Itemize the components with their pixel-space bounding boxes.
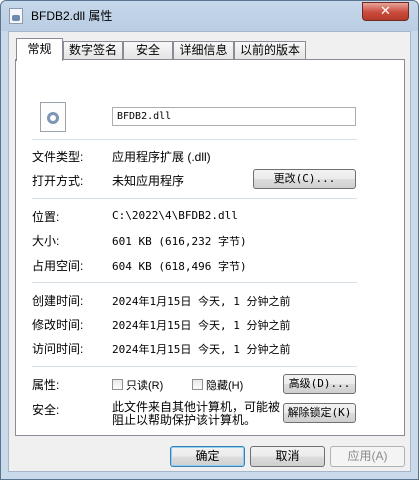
apply-button[interactable]: 应用(A) — [330, 446, 405, 467]
hidden-label[interactable]: 隐藏(H) — [206, 377, 243, 393]
modified-value: 2024年1月15日 今天, 1 分钟之前 — [112, 319, 291, 332]
tab-details[interactable]: 详细信息 — [173, 41, 234, 60]
cancel-button[interactable]: 取消 — [250, 446, 325, 467]
separator — [32, 198, 357, 199]
window-title: BFDB2.dll 属性 — [31, 9, 113, 23]
file-type-value: 应用程序扩展 (.dll) — [112, 150, 211, 164]
tab-security[interactable]: 安全 — [123, 41, 173, 60]
separator — [32, 139, 357, 140]
tab-digital-signatures[interactable]: 数字签名 — [63, 41, 123, 60]
file-icon — [9, 8, 23, 24]
separator — [32, 366, 357, 367]
open-with-value: 未知应用程序 — [112, 174, 185, 188]
readonly-checkbox[interactable] — [112, 379, 123, 390]
tab-general[interactable]: 常规 — [16, 38, 63, 61]
close-button[interactable]: ✕ — [362, 2, 409, 21]
attributes-label: 属性: — [32, 378, 60, 392]
location-label: 位置: — [32, 210, 60, 224]
change-button[interactable]: 更改(C)... — [253, 169, 356, 189]
properties-window: BFDB2.dll 属性 ✕ 常规 数字签名 安全 详细信息 以前的版本 BFD… — [0, 0, 419, 480]
advanced-button[interactable]: 高级(D)... — [283, 374, 356, 394]
size-label: 大小: — [32, 234, 60, 248]
dialog-client: 常规 数字签名 安全 详细信息 以前的版本 BFDB2.dll 文件类型: 应用… — [8, 31, 411, 472]
size-on-disk-value: 604 KB (618,496 字节) — [112, 260, 247, 273]
accessed-value: 2024年1月15日 今天, 1 分钟之前 — [112, 343, 291, 356]
general-tab-panel: BFDB2.dll 文件类型: 应用程序扩展 (.dll) 打开方式: 未知应用… — [15, 59, 405, 436]
ok-button[interactable]: 确定 — [170, 446, 245, 467]
size-on-disk-label: 占用空间: — [32, 259, 84, 273]
file-type-label: 文件类型: — [32, 150, 84, 164]
dll-file-icon — [40, 102, 66, 132]
title-bar[interactable]: BFDB2.dll 属性 ✕ — [1, 1, 418, 31]
size-value: 601 KB (616,232 字节) — [112, 235, 247, 248]
security-label: 安全: — [32, 403, 60, 417]
unblock-button[interactable]: 解除锁定(K) — [283, 403, 356, 423]
modified-label: 修改时间: — [32, 318, 84, 332]
separator — [32, 282, 357, 283]
accessed-label: 访问时间: — [32, 342, 84, 356]
security-warning-text: 此文件来自其他计算机，可能被阻止以帮助保护该计算机。 — [112, 400, 281, 427]
close-icon: ✕ — [380, 4, 391, 19]
created-label: 创建时间: — [32, 294, 84, 308]
readonly-label[interactable]: 只读(R) — [126, 377, 163, 393]
open-with-label: 打开方式: — [32, 174, 84, 188]
tab-previous-versions[interactable]: 以前的版本 — [234, 41, 306, 60]
file-name-field[interactable]: BFDB2.dll — [112, 107, 356, 126]
location-value: C:\2022\4\BFDB2.dll — [112, 209, 238, 222]
gear-icon — [47, 112, 59, 124]
hidden-checkbox[interactable] — [192, 379, 203, 390]
created-value: 2024年1月15日 今天, 1 分钟之前 — [112, 295, 291, 308]
